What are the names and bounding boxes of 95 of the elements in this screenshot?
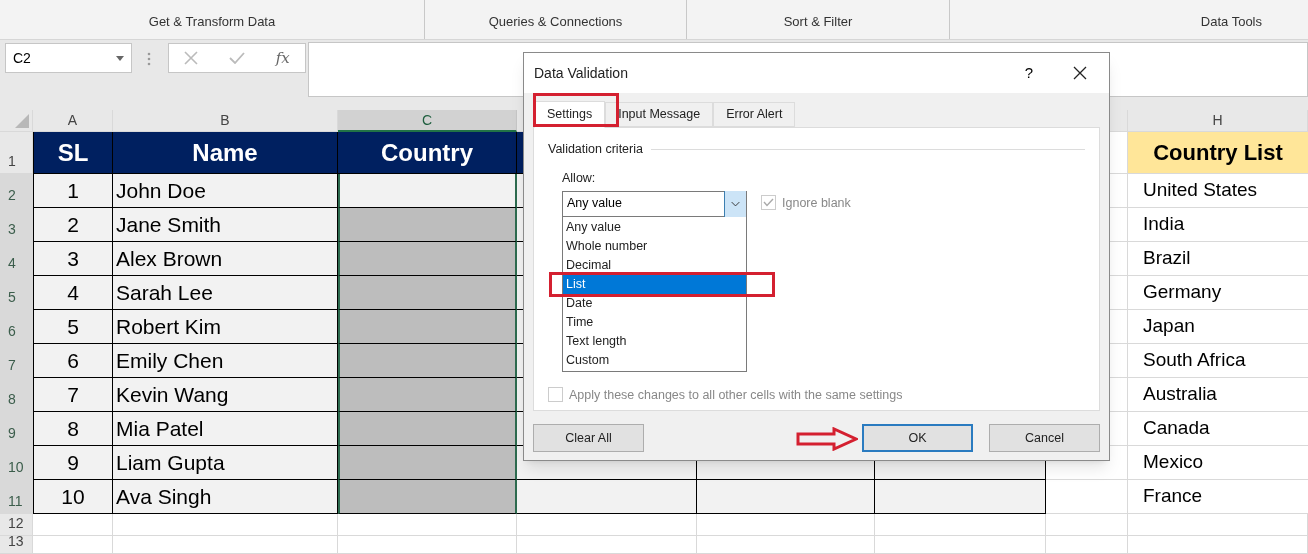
selected-cell[interactable] — [338, 174, 517, 208]
header-cell: Country List — [1128, 132, 1308, 174]
table-cell: Mexico — [1128, 446, 1308, 480]
table-cell: 4 — [33, 276, 113, 310]
column-header[interactable]: C — [338, 110, 517, 132]
tab[interactable]: Settings — [534, 101, 606, 128]
column-header[interactable]: H — [1128, 110, 1308, 132]
selected-cell[interactable] — [338, 242, 517, 276]
table-cell: Jane Smith — [113, 208, 338, 242]
grip-icon — [147, 52, 151, 66]
table-cell: 3 — [33, 242, 113, 276]
row-header[interactable]: 1 — [0, 132, 33, 174]
table-cell: South Africa — [1128, 344, 1308, 378]
row-header[interactable]: 4 — [0, 242, 33, 276]
table-cell: Alex Brown — [113, 242, 338, 276]
check-icon[interactable] — [229, 52, 245, 64]
tab[interactable]: Input Message — [605, 102, 714, 127]
row-header[interactable]: 13 — [0, 536, 33, 554]
header-cell: SL — [33, 132, 113, 174]
header-cell: Name — [113, 132, 338, 174]
row-header[interactable]: 11 — [0, 480, 33, 514]
table-cell: John Doe — [113, 174, 338, 208]
table-cell: Canada — [1128, 412, 1308, 446]
group-label: Validation criteria — [548, 141, 643, 158]
allow-dropdown[interactable]: Any value — [562, 190, 747, 217]
table-cell: Mia Patel — [113, 412, 338, 446]
row-header[interactable]: 3 — [0, 208, 33, 242]
field-label: Allow: — [562, 169, 597, 187]
close-icon[interactable] — [1073, 66, 1087, 80]
table-cell: Sarah Lee — [113, 276, 338, 310]
selected-cell[interactable] — [338, 276, 517, 310]
row-header[interactable]: 5 — [0, 276, 33, 310]
dropdown-option[interactable]: Any value — [566, 220, 621, 234]
column-header[interactable]: B — [113, 110, 338, 132]
tab[interactable]: Error Alert — [713, 102, 796, 127]
table-cell: 1 — [33, 174, 113, 208]
row-header[interactable]: 7 — [0, 344, 33, 378]
selected-cell[interactable] — [338, 480, 517, 514]
selected-cell[interactable] — [338, 208, 517, 242]
table-cell: 7 — [33, 378, 113, 412]
table-cell: Ava Singh — [113, 480, 338, 514]
header-cell: Country — [338, 132, 517, 174]
dropdown-option[interactable]: Text length — [566, 334, 627, 348]
table-cell: Brazil — [1128, 242, 1308, 276]
dropdown-option[interactable]: Custom — [566, 353, 610, 367]
chevron-icon — [724, 190, 746, 217]
table-cell: Germany — [1128, 276, 1308, 310]
dropdown-value: Any value — [566, 195, 623, 213]
table-cell: Emily Chen — [113, 344, 338, 378]
selected-cell[interactable] — [338, 446, 517, 480]
selected-cell[interactable] — [338, 310, 517, 344]
table-cell: 6 — [33, 344, 113, 378]
ribbon-group-label: Data Tools — [1200, 12, 1262, 31]
row-header[interactable]: 8 — [0, 378, 33, 412]
table-cell: 10 — [33, 480, 113, 514]
column-header[interactable]: A — [33, 110, 113, 132]
cell-reference: C2 — [13, 48, 31, 68]
checkbox-label: Apply these changes to all other cells with the same settings — [569, 386, 903, 404]
selected-cell[interactable] — [338, 412, 517, 446]
selected-cell[interactable] — [338, 378, 517, 412]
dialog-button[interactable]: Clear All — [533, 424, 644, 452]
dropdown-option[interactable]: Whole number — [566, 239, 648, 253]
table-cell: India — [1128, 208, 1308, 242]
table-cell: 8 — [33, 412, 113, 446]
table-cell: 5 — [33, 310, 113, 344]
dropdown-option[interactable]: Time — [566, 315, 594, 329]
insert-function-button[interactable]: fx — [275, 46, 290, 70]
dropdown-option[interactable]: Date — [566, 296, 593, 310]
table-cell: France — [1128, 480, 1308, 514]
row-header[interactable]: 9 — [0, 412, 33, 446]
table-cell: Robert Kim — [113, 310, 338, 344]
dialog-button[interactable]: Cancel — [989, 424, 1100, 452]
ribbon-group-label: Get & Transform Data — [148, 12, 276, 31]
table-cell: 9 — [33, 446, 113, 480]
table-cell: 2 — [33, 208, 113, 242]
row-header[interactable]: 2 — [0, 174, 33, 208]
table-cell: Japan — [1128, 310, 1308, 344]
table-cell: Australia — [1128, 378, 1308, 412]
caret-icon — [116, 55, 124, 61]
row-header[interactable]: 10 — [0, 446, 33, 480]
dialog-button[interactable]: OK — [862, 424, 973, 452]
ribbon-group-label: Queries & Connections — [488, 12, 623, 31]
ribbon-group-label: Sort & Filter — [783, 12, 853, 31]
selected-cell[interactable] — [338, 344, 517, 378]
table-cell: United States — [1128, 174, 1308, 208]
table-cell: Liam Gupta — [113, 446, 338, 480]
row-header[interactable]: 12 — [0, 514, 33, 536]
checkbox-label: Ignore blank — [782, 194, 851, 212]
table-cell: Kevin Wang — [113, 378, 338, 412]
help-button[interactable]: ? — [1024, 61, 1033, 85]
pointer-arrow — [796, 427, 858, 451]
dialog-title: Data Validation — [534, 63, 629, 83]
row-header[interactable]: 6 — [0, 310, 33, 344]
dropdown-option[interactable]: Decimal — [566, 258, 612, 272]
name-box[interactable]: C2 — [5, 43, 132, 73]
